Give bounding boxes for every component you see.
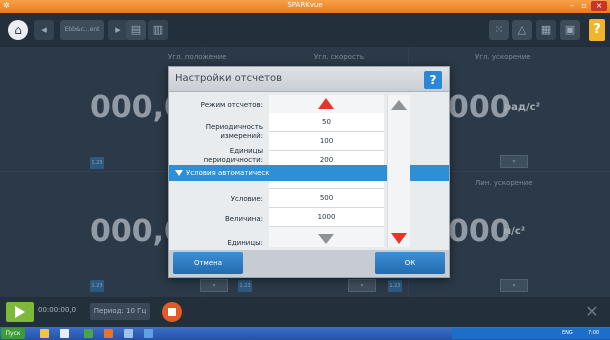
home-button[interactable]: ⌂ <box>8 20 28 40</box>
label-condition: Условие: <box>230 195 263 203</box>
journal-icon[interactable]: ▤ <box>126 20 146 40</box>
taskbar-app-icon[interactable] <box>124 329 133 338</box>
scroll-down-arrow-icon[interactable] <box>391 233 407 244</box>
help-button[interactable]: ? <box>589 19 605 41</box>
analysis-icon[interactable]: △ <box>512 20 532 40</box>
picker-option[interactable]: 50 <box>269 113 384 132</box>
taskbar-app-icon[interactable] <box>40 329 49 338</box>
label-quantity: Величина: <box>224 215 263 223</box>
os-taskbar: Пуск ENG 7:00 <box>0 327 610 340</box>
experiment-label[interactable]: Ebb&c...ent <box>60 20 104 40</box>
label-units: Единицы: <box>227 239 263 247</box>
scroll-up-arrow-icon[interactable] <box>391 100 407 110</box>
lock-icon[interactable]: ▦ <box>536 20 556 40</box>
dialog-title: Настройки отсчетов <box>175 73 282 84</box>
tools-x-icon[interactable]: ✕ <box>582 302 602 322</box>
display-icon[interactable]: ▣ <box>560 20 580 40</box>
picker-option[interactable]: 1000 <box>269 208 384 227</box>
collapse-triangle-icon <box>175 170 183 176</box>
start-button-os[interactable]: Пуск <box>1 328 25 339</box>
window-title: SPARKvue <box>287 1 323 9</box>
dialog-footer: Отмена ОК <box>169 250 449 277</box>
auto-conditions-section[interactable]: Условия автоматическ <box>169 165 388 181</box>
picker-option[interactable]: 100 <box>269 132 384 151</box>
stop-icon <box>168 308 176 316</box>
tray-clock: 7:00 <box>588 330 600 336</box>
start-button[interactable] <box>6 302 34 322</box>
bottom-control-bar: 00:00:00,0 Период: 10 Гц ✕ <box>0 297 610 327</box>
section-label: Условия автоматическ <box>186 169 270 177</box>
stop-button[interactable] <box>162 302 182 322</box>
picker-option[interactable]: 500 <box>269 189 384 208</box>
sampling-settings-dialog: Настройки отсчетов ? Режим отсчетов: Пер… <box>168 66 450 278</box>
toolbar: ⌂ ◂ Ebb&c...ent ▸ ▤ ▥ ⁙ △ ▦ ▣ ? <box>0 13 610 47</box>
close-button[interactable]: × <box>591 1 607 11</box>
ok-button[interactable]: ОК <box>375 252 445 274</box>
taskbar-app-icon[interactable] <box>104 329 113 338</box>
label-periodicity: Периодичность измерений: <box>205 123 263 140</box>
cancel-button[interactable]: Отмена <box>173 252 243 274</box>
tools-icon[interactable]: ⁙ <box>489 20 509 40</box>
dialog-scrollbar[interactable] <box>387 95 410 247</box>
taskbar-app-icon[interactable] <box>84 329 93 338</box>
elapsed-time: 00:00:00,0 <box>38 306 77 314</box>
maximize-button[interactable]: ▫ <box>578 1 590 11</box>
label-period-units: Единицы периодичности: <box>203 147 263 164</box>
dialog-header: Настройки отсчетов ? <box>169 67 449 92</box>
taskbar-app-icon[interactable] <box>144 329 153 338</box>
play-icon <box>15 306 25 318</box>
taskbar-app-icon[interactable] <box>60 329 69 338</box>
next-page-button[interactable]: ▸ <box>108 20 128 40</box>
back-button[interactable]: ◂ <box>34 20 54 40</box>
section-bar-extension <box>410 165 449 181</box>
picker-up-arrow-icon[interactable] <box>318 98 334 109</box>
dialog-help-button[interactable]: ? <box>424 71 442 89</box>
tray-language[interactable]: ENG <box>562 328 573 339</box>
sampling-period-button[interactable]: Период: 10 Гц <box>90 303 150 320</box>
label-sampling-mode: Режим отсчетов: <box>200 101 263 109</box>
page-icon[interactable]: ▥ <box>148 20 168 40</box>
system-tray: ENG 7:00 <box>452 328 610 339</box>
picker-down-arrow-icon[interactable] <box>318 234 334 244</box>
window-title-bar: ✲ SPARKvue – ▫ × <box>0 0 610 13</box>
minimize-button[interactable]: – <box>566 1 578 11</box>
